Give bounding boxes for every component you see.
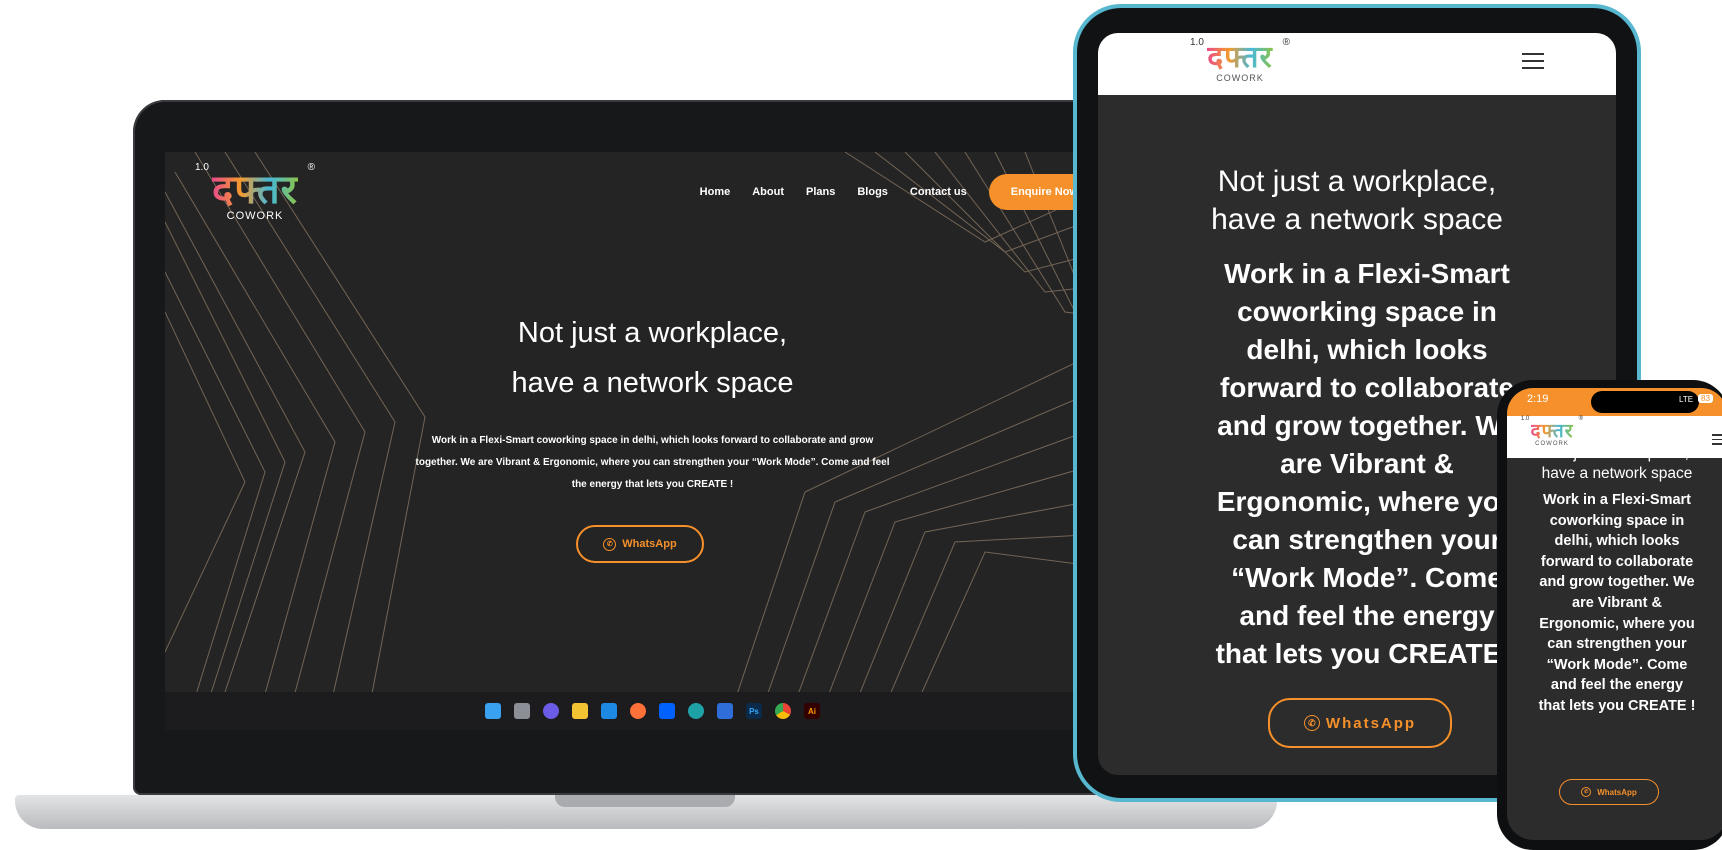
nav-home[interactable]: Home bbox=[700, 186, 731, 198]
mail-icon[interactable] bbox=[601, 703, 617, 719]
phone-network: LTE bbox=[1679, 395, 1694, 404]
tablet-whatsapp-icon: ✆ bbox=[1303, 715, 1320, 731]
phone-body-line: “Work Mode”. Come bbox=[1546, 656, 1688, 673]
logo-tagline: COWORK bbox=[226, 210, 284, 222]
tablet-body-line: Work in a Flexi-Smart bbox=[1224, 258, 1510, 289]
tablet-body-line: delhi, which looks bbox=[1246, 334, 1488, 365]
tablet-whatsapp-label: WhatsApp bbox=[1325, 714, 1417, 732]
dropbox-icon[interactable] bbox=[659, 703, 675, 719]
phone-body-line: are Vibrant & bbox=[1572, 594, 1662, 611]
laptop-notch bbox=[555, 795, 735, 807]
main-nav: Home About Plans Blogs Contact us Enquir… bbox=[700, 174, 1100, 210]
task-view-icon[interactable] bbox=[514, 703, 530, 719]
laptop-screen: 1.0 ® दफ्तर COWORK Home About Plans Blog… bbox=[165, 152, 1140, 730]
whatsapp-icon: ✆ bbox=[603, 537, 617, 551]
brand-logo[interactable]: 1.0 ® दफ्तर COWORK bbox=[195, 160, 315, 222]
phone-body-line: delhi, which looks bbox=[1554, 533, 1680, 550]
nav-blogs[interactable]: Blogs bbox=[857, 186, 888, 198]
chat-icon[interactable] bbox=[543, 703, 559, 719]
phone-logo-version: 1.0 bbox=[1521, 416, 1530, 422]
phone-body-line: forward to collaborate bbox=[1540, 553, 1694, 570]
tablet-whatsapp-button[interactable]: ✆ WhatsApp bbox=[1268, 698, 1452, 748]
tablet-brand-logo[interactable]: 1.0 ® दफ्तर COWORK bbox=[1190, 37, 1290, 83]
nav-plans[interactable]: Plans bbox=[806, 186, 835, 198]
phone-title-line2: have a network space bbox=[1541, 465, 1693, 482]
tablet-title-line2: have a network space bbox=[1211, 203, 1503, 236]
logo-wordmark: दफ्तर bbox=[212, 167, 298, 213]
tablet-logo-tagline: COWORK bbox=[1216, 73, 1264, 83]
tablet-header: 1.0 ® दफ्तर COWORK bbox=[1098, 33, 1616, 95]
hero-title-line2: have a network space bbox=[511, 367, 794, 399]
nav-about[interactable]: About bbox=[752, 186, 784, 198]
hero-body: Work in a Flexi-Smart coworking space in… bbox=[415, 435, 890, 490]
phone-body-line: and grow together. We bbox=[1539, 574, 1695, 591]
phone-whatsapp-button[interactable]: ✆ WhatsApp bbox=[1559, 779, 1659, 805]
tablet-logo-wordmark: दफ्तर bbox=[1207, 40, 1273, 75]
tablet-logo-registered: ® bbox=[1282, 37, 1290, 48]
nav-contact[interactable]: Contact us bbox=[910, 186, 967, 198]
logo-version: 1.0 bbox=[195, 162, 209, 173]
phone-body-line: that lets you CREATE ! bbox=[1538, 697, 1696, 714]
photoshop-icon[interactable]: Ps bbox=[746, 703, 762, 719]
phone-body-line: coworking space in bbox=[1549, 512, 1685, 529]
whatsapp-label: WhatsApp bbox=[622, 538, 677, 550]
phone-battery: 83 bbox=[1698, 394, 1713, 403]
chrome-icon[interactable] bbox=[775, 703, 791, 719]
tablet-title-line1: Not just a workplace, bbox=[1217, 165, 1497, 198]
phone-whatsapp-icon: ✆ bbox=[1581, 787, 1592, 797]
phone-logo-registered: ® bbox=[1578, 416, 1583, 422]
firefox-icon[interactable] bbox=[630, 703, 646, 719]
illustrator-icon[interactable]: Ai bbox=[804, 703, 820, 719]
windows-start-icon[interactable] bbox=[485, 703, 501, 719]
phone-title-line1: Not just a workplace, bbox=[1545, 445, 1689, 462]
store-icon[interactable] bbox=[717, 703, 733, 719]
tablet-menu-icon[interactable] bbox=[1522, 53, 1544, 69]
phone-logo-wordmark: दफ्तर bbox=[1530, 420, 1574, 442]
logo-registered: ® bbox=[307, 162, 315, 173]
tablet-body-line: coworking space in bbox=[1237, 296, 1497, 327]
file-explorer-icon[interactable] bbox=[572, 703, 588, 719]
phone-body-line: Ergonomic, where you bbox=[1539, 615, 1695, 632]
tablet-logo-version: 1.0 bbox=[1190, 37, 1204, 48]
hero-title-line1: Not just a workplace, bbox=[517, 317, 788, 349]
phone-screen: 2:19 LTE 83 1.0 ® दफ्तर COWORK Not just … bbox=[1507, 388, 1722, 840]
phone-body: Work in a Flexi-Smart coworking space in… bbox=[1513, 490, 1721, 717]
phone-body-line: Work in a Flexi-Smart bbox=[1543, 492, 1691, 508]
phone-body-line: can strengthen your bbox=[1547, 636, 1687, 653]
windows-taskbar: Ps Ai bbox=[165, 692, 1140, 730]
whatsapp-button[interactable]: ✆ WhatsApp bbox=[576, 525, 704, 563]
phone-status-bar: 2:19 LTE 83 bbox=[1507, 388, 1722, 416]
phone-time: 2:19 bbox=[1527, 393, 1549, 405]
phone-whatsapp-label: WhatsApp bbox=[1597, 787, 1637, 797]
edge-icon[interactable] bbox=[688, 703, 704, 719]
phone-body-line: and feel the energy bbox=[1550, 677, 1684, 694]
